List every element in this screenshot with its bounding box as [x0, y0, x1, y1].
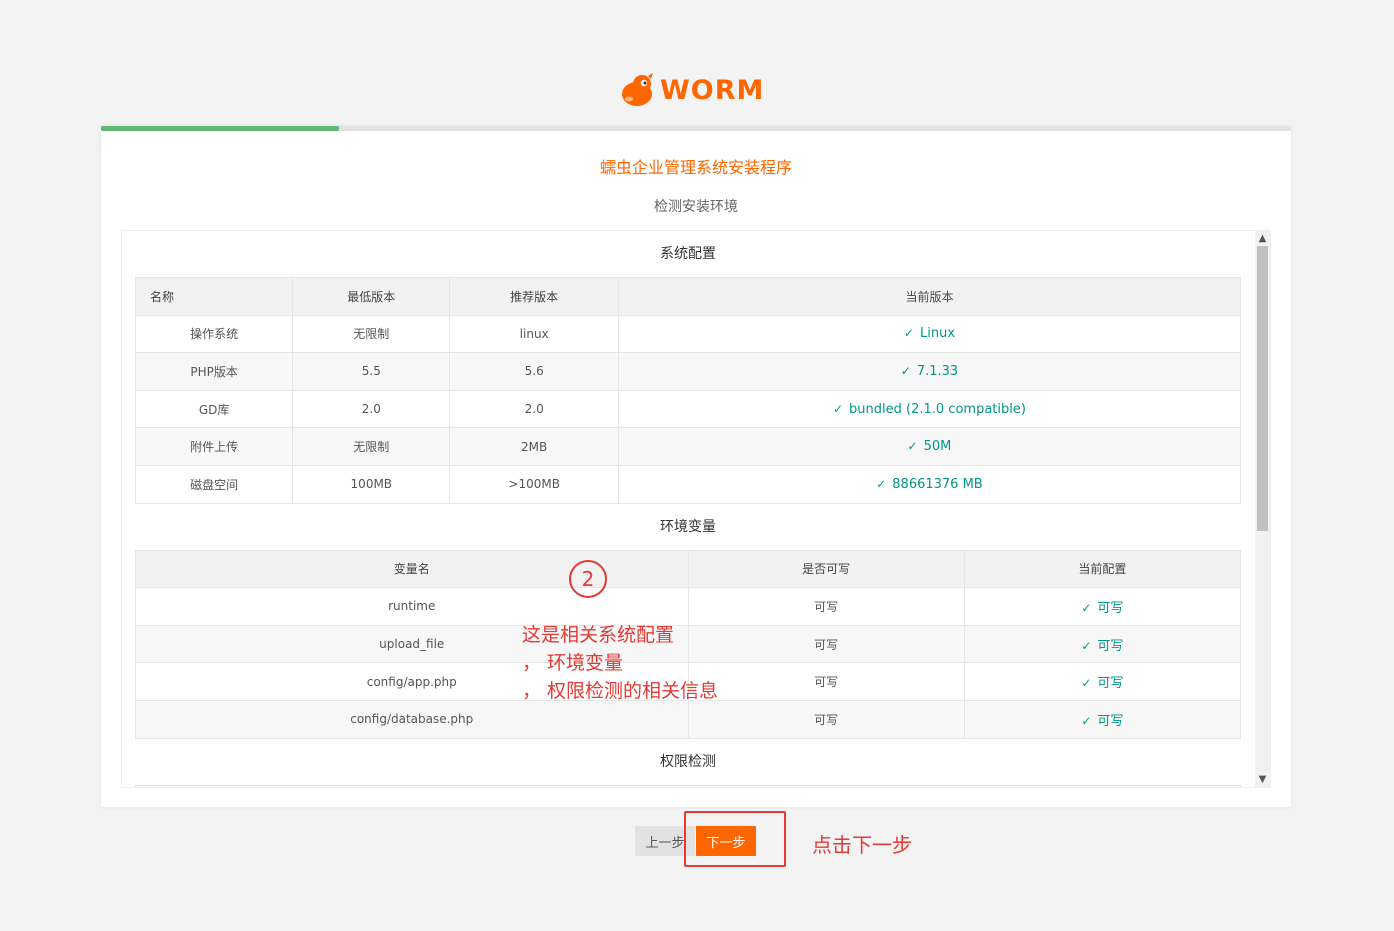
table-row: config/database.php 可写 ✓ 可写	[135, 699, 1242, 739]
row-name: 磁盘空间	[134, 464, 294, 504]
table-row: 操作系统 无限制 linux ✓ Linux	[134, 314, 1242, 354]
system-section-title: 系统配置	[660, 246, 716, 262]
install-card: 蠕虫企业管理系统安装程序 检测安装环境 系统配置 名称 最低版本 推荐版本 当前…	[101, 126, 1291, 807]
row-rec: linux	[449, 314, 619, 354]
check-icon: ✓	[1081, 676, 1092, 691]
column-header: 最低版本	[292, 277, 451, 316]
current-value: Linux	[919, 326, 956, 342]
vertical-scrollbar[interactable]: ▲ ▼	[1255, 231, 1270, 787]
step-number-badge: 2	[569, 560, 607, 598]
current-value: 可写	[1097, 676, 1124, 692]
row-min: 5.5	[292, 352, 451, 391]
scroll-thumb[interactable]	[1257, 246, 1268, 531]
row-rec: >100MB	[449, 464, 619, 504]
check-icon: ✓	[876, 476, 887, 491]
row-current: ✓ 可写	[963, 587, 1242, 626]
table-header-row: 名称 最低版本 推荐版本 当前版本	[134, 277, 1242, 316]
table-row: runtime 可写 ✓ 可写	[135, 587, 1242, 626]
table-row: 附件上传 无限制 2MB ✓ 50M	[134, 427, 1242, 466]
annotation-line: ， 权限检测的相关信息	[522, 680, 719, 702]
check-icon: ✓	[903, 326, 914, 341]
row-writable: 可写	[687, 662, 965, 701]
row-rec: 5.6	[449, 352, 619, 391]
row-min: 无限制	[292, 314, 451, 354]
annotation-line: 这是相关系统配置	[522, 624, 675, 646]
scroll-up-icon[interactable]: ▲	[1255, 231, 1270, 246]
row-current: ✓ 88661376 MB	[617, 464, 1242, 504]
row-current: ✓ Linux	[617, 314, 1242, 354]
logo-text: WORM	[660, 74, 765, 106]
row-name: config/database.php	[135, 699, 689, 739]
current-value: 可写	[1097, 638, 1124, 654]
row-name: GD库	[134, 389, 294, 429]
table-row: PHP版本 5.5 5.6 ✓ 7.1.33	[134, 352, 1242, 391]
current-value: bundled (2.1.0 compatible)	[849, 401, 1026, 417]
logo: WORM	[620, 70, 764, 110]
table-header-row: 变量名 是否可写 当前配置	[135, 549, 1242, 589]
check-icon: ✓	[832, 401, 844, 416]
row-current: ✓ 可写	[963, 624, 1242, 664]
current-value: 可写	[1097, 600, 1124, 616]
env-table: 变量名 是否可写 当前配置 runtime 可写 ✓ 可写 upload_file…	[135, 549, 1242, 739]
table-row: 磁盘空间 100MB >100MB ✓ 88661376 MB	[134, 464, 1242, 504]
scroll-down-icon[interactable]: ▼	[1255, 772, 1270, 787]
column-header: 当前配置	[963, 549, 1242, 589]
current-value: 7.1.33	[916, 363, 959, 379]
row-current: ✓ 7.1.33	[617, 352, 1242, 391]
row-rec: 2.0	[449, 389, 619, 429]
row-name: 操作系统	[134, 314, 294, 354]
system-table: 名称 最低版本 推荐版本 当前版本 操作系统 无限制 linux ✓ Linux …	[134, 277, 1242, 504]
table-row: GD库 2.0 2.0 ✓ bundled (2.1.0 compatible)	[134, 389, 1242, 429]
row-name: 附件上传	[134, 427, 294, 466]
check-icon: ✓	[1081, 638, 1092, 653]
check-content: 系统配置 名称 最低版本 推荐版本 当前版本 操作系统 无限制 linux ✓ …	[134, 231, 1242, 787]
env-section-title: 环境变量	[660, 518, 716, 535]
check-icon: ✓	[900, 363, 911, 378]
row-min: 无限制	[292, 427, 451, 466]
progress-bar	[101, 126, 1291, 131]
row-current: ✓ bundled (2.1.0 compatible)	[617, 389, 1242, 429]
row-min: 100MB	[292, 464, 451, 504]
annotation-line: ， 环境变量	[522, 652, 624, 674]
row-current: ✓ 50M	[617, 427, 1242, 466]
column-header: 推荐版本	[449, 277, 619, 316]
column-header: 当前版本	[617, 277, 1242, 316]
row-writable: 可写	[687, 587, 965, 626]
table-row: upload_file 可写 ✓ 可写	[135, 624, 1242, 664]
perm-table	[135, 784, 1241, 787]
progress-fill	[101, 126, 339, 131]
row-name: PHP版本	[134, 352, 294, 391]
perm-section-title: 权限检测	[660, 753, 716, 770]
current-value: 可写	[1097, 713, 1124, 729]
row-rec: 2MB	[449, 427, 619, 466]
highlight-box	[684, 811, 786, 867]
page-title: 蠕虫企业管理系统安装程序	[599, 158, 792, 177]
column-header: 名称	[134, 277, 294, 316]
check-icon: ✓	[1081, 600, 1092, 615]
page-subtitle: 检测安装环境	[654, 199, 738, 215]
current-value: 50M	[923, 439, 952, 455]
worm-mascot-icon	[622, 73, 653, 106]
row-writable: 可写	[687, 699, 965, 739]
check-icon: ✓	[1081, 713, 1092, 728]
row-current: ✓ 可写	[963, 662, 1242, 701]
row-current: ✓ 可写	[963, 699, 1242, 739]
click-hint: 点击下一步	[812, 833, 912, 857]
check-icon: ✓	[907, 439, 918, 454]
check-scroll-area[interactable]: 系统配置 名称 最低版本 推荐版本 当前版本 操作系统 无限制 linux ✓ …	[121, 230, 1271, 788]
row-writable: 可写	[687, 624, 965, 664]
row-min: 2.0	[292, 389, 451, 429]
current-value: 88661376 MB	[892, 476, 983, 492]
column-header: 是否可写	[687, 549, 965, 589]
